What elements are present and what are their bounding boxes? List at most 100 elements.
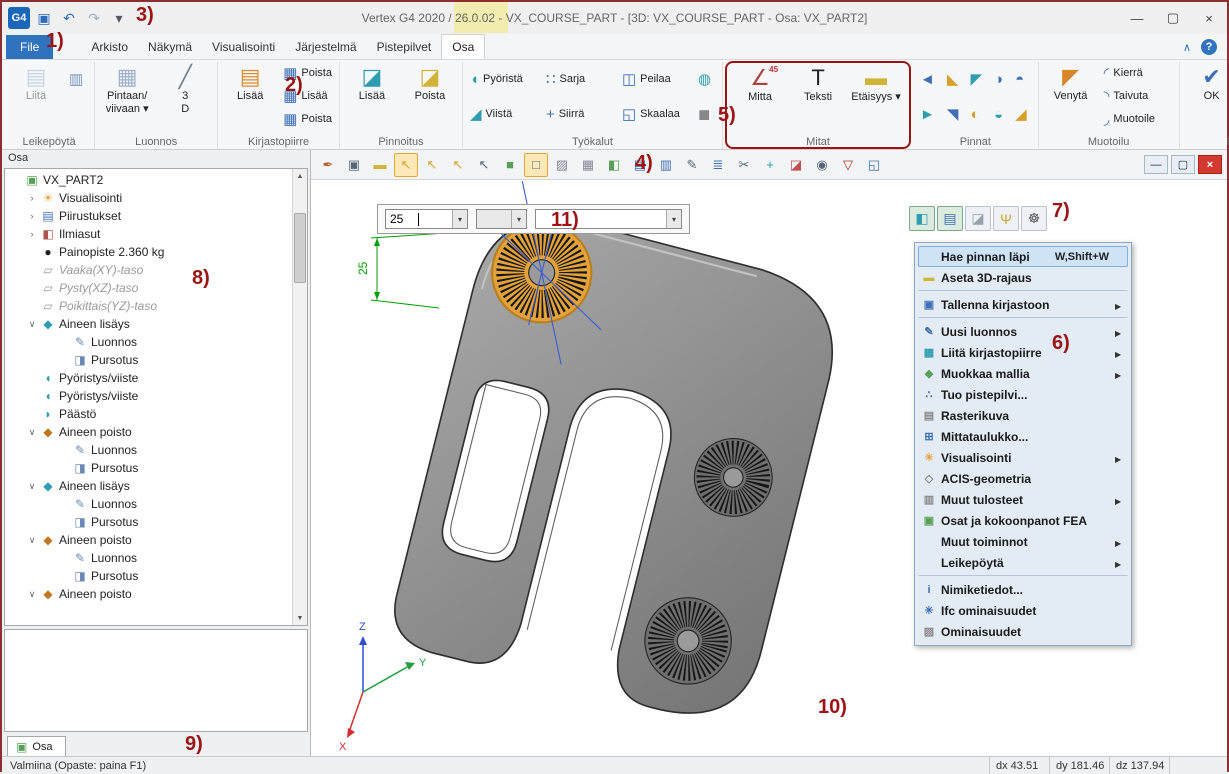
maximize-button[interactable]: ▢ xyxy=(1155,4,1191,32)
library-insert-button[interactable]: ▦ Lisää xyxy=(280,85,335,108)
layers-icon[interactable]: ≣ xyxy=(706,153,730,177)
dropdown-arrow-icon[interactable] xyxy=(511,210,526,228)
tree-expand-arrow[interactable]: › xyxy=(27,229,37,239)
chamfer-button[interactable]: ◢ Viistä xyxy=(467,97,541,132)
dimension-combo-3[interactable] xyxy=(535,209,682,229)
tree-item[interactable]: ✎ Luonnos xyxy=(5,441,292,459)
face-taper-button[interactable]: ◑ xyxy=(991,62,1010,97)
cursor-pick-plus-icon[interactable]: ↖ xyxy=(420,153,444,177)
dropdown-arrow-icon[interactable] xyxy=(452,210,467,228)
menu-item[interactable]: Muut toiminnot xyxy=(918,531,1128,552)
tree-expand-arrow[interactable]: ∨ xyxy=(27,535,37,546)
dimension-combo-2[interactable] xyxy=(476,209,527,229)
document-mode-icon[interactable]: ▤ xyxy=(937,206,963,231)
tree-item[interactable]: ∨ ◆ Aineen poisto xyxy=(5,585,292,603)
scrollbar-thumb[interactable] xyxy=(294,213,306,283)
quick-dimension-icon[interactable]: ▬ xyxy=(368,153,392,177)
tree-expand-arrow[interactable]: ∨ xyxy=(27,319,37,330)
cursor-pick-icon[interactable]: ↖ xyxy=(394,153,418,177)
tab-file[interactable]: File xyxy=(6,35,53,59)
paste-button[interactable]: ▤ Liitä xyxy=(8,62,64,132)
tree-expand-arrow[interactable]: ∨ xyxy=(27,427,37,438)
move-axes-icon[interactable]: + xyxy=(758,153,782,177)
text-button[interactable]: T Teksti xyxy=(790,63,846,133)
tree-item[interactable]: ◨ Pursotus xyxy=(5,513,292,531)
menu-item[interactable]: ▥ Muut tulosteet xyxy=(918,489,1128,510)
redo-icon[interactable]: ↷ xyxy=(83,8,105,28)
tree-item[interactable]: ● Painopiste 2.360 kg xyxy=(5,243,292,261)
stretch-button[interactable]: ◤ Venytä xyxy=(1043,62,1099,131)
mdi-restore-button[interactable]: ▢ xyxy=(1171,155,1195,174)
face-delete-button[interactable]: ◥ xyxy=(944,97,966,132)
menu-item[interactable]: i Nimiketiedot... xyxy=(918,579,1128,600)
tree-item[interactable]: ∨ ◆ Aineen poisto xyxy=(5,531,292,549)
face-merge-button[interactable]: ◢ xyxy=(1012,97,1034,132)
menu-item[interactable]: ✳ Ifc ominaisuudet xyxy=(918,600,1128,621)
menu-item[interactable]: Leikepöytä xyxy=(918,552,1128,576)
dimension-value-input[interactable] xyxy=(386,210,452,228)
tree-item[interactable]: ▱ Vaaka(XY)-taso xyxy=(5,261,292,279)
pattern-button[interactable]: ∷ Sarja xyxy=(543,62,617,97)
boss-tool-button[interactable]: ◍ xyxy=(695,62,718,97)
sketch-3d-button[interactable]: ╱ 3 D xyxy=(157,62,213,132)
face-copy-button[interactable]: ◤ xyxy=(967,62,989,97)
tree-item[interactable]: ◖ Pyöristys/viiste xyxy=(5,387,292,405)
tree-item[interactable]: › ◧ Ilmiasut xyxy=(5,225,292,243)
menu-item[interactable]: ▤ Rasterikuva xyxy=(918,405,1128,426)
menu-item[interactable]: ◆ Muokkaa mallia xyxy=(918,363,1128,384)
customize-toolbar-icon[interactable]: ▾ xyxy=(108,8,130,28)
deform-button[interactable]: ◞ Muotoile xyxy=(1101,108,1175,131)
settings-gear-icon[interactable]: ☸ xyxy=(1021,206,1047,231)
menu-item[interactable]: ▣ Osat ja kokoonpanot FEA xyxy=(918,510,1128,531)
menu-item[interactable]: ▨ Ominaisuudet xyxy=(918,621,1128,642)
menu-item[interactable]: ∴ Tuo pistepilvi... xyxy=(918,384,1128,405)
drawing-sheet-icon[interactable]: ▤ xyxy=(628,153,652,177)
ok-button[interactable]: ✔ OK xyxy=(1184,62,1229,132)
filter-icon[interactable]: ▽ xyxy=(836,153,860,177)
twist-button[interactable]: ◜ Kierrä xyxy=(1101,62,1175,85)
face-move-button[interactable]: ◄ xyxy=(917,62,942,97)
tree-item[interactable]: ▣ VX_PART2 xyxy=(5,171,292,189)
menu-item[interactable]: ▦ Liitä kirjastopiirre xyxy=(918,342,1128,363)
3d-model[interactable] xyxy=(377,180,858,730)
tree-item[interactable]: ∨ ◆ Aineen poisto xyxy=(5,423,292,441)
dropdown-arrow-icon[interactable] xyxy=(666,210,681,228)
face-replace-button[interactable]: ◣ xyxy=(944,62,966,97)
tree-item[interactable]: ◖ Pyöristys/viiste xyxy=(5,369,292,387)
undo-icon[interactable]: ↶ xyxy=(58,8,80,28)
menu-item[interactable]: ▬ Aseta 3D-rajaus xyxy=(918,267,1128,291)
annotate-pen-icon[interactable]: ✎ xyxy=(680,153,704,177)
copy-button[interactable]: ▥ xyxy=(66,62,90,97)
tree-scrollbar[interactable]: ▲ ▼ xyxy=(292,169,307,625)
face-offset-button[interactable]: ► xyxy=(917,97,942,132)
scale-button[interactable]: ◱ Skaalaa xyxy=(619,97,693,132)
menu-item[interactable]: ☀ Visualisointi xyxy=(918,447,1128,468)
app-logo[interactable]: G4 xyxy=(8,7,30,29)
scroll-down-icon[interactable]: ▼ xyxy=(293,611,307,625)
cursor-pick-element-icon[interactable]: ↖ xyxy=(472,153,496,177)
ribbon-tab[interactable]: Arkisto xyxy=(81,35,138,59)
collapse-ribbon-icon[interactable]: ∧ xyxy=(1183,41,1191,54)
menu-item[interactable]: ⊞ Mittataulukko... xyxy=(918,426,1128,447)
sketch-on-face-button[interactable]: ▦ Pintaan/ viivaan ▾ xyxy=(99,62,155,132)
tree-item[interactable]: › ☀ Visualisointi xyxy=(5,189,292,207)
mdi-close-button[interactable]: × xyxy=(1198,155,1222,174)
distance-button[interactable]: ▬ Etäisyys ▾ xyxy=(848,63,904,133)
tree-item[interactable]: ✎ Luonnos xyxy=(5,333,292,351)
face-split-button[interactable]: ◓ xyxy=(1012,62,1034,97)
tree-expand-arrow[interactable]: › xyxy=(27,193,37,203)
library-delete-button[interactable]: ▦ Poista xyxy=(280,108,335,131)
menu-item[interactable]: ▣ Tallenna kirjastoon xyxy=(918,294,1128,318)
library-add-button[interactable]: ▤ Lisää xyxy=(222,62,278,131)
scroll-up-icon[interactable]: ▲ xyxy=(293,169,307,183)
menu-item[interactable]: ✎ Uusi luonnos xyxy=(918,321,1128,342)
tree-item[interactable]: › ▤ Piirustukset xyxy=(5,207,292,225)
tree-expand-arrow[interactable]: ∨ xyxy=(27,481,37,492)
block-tool-button[interactable]: ◼ xyxy=(695,97,718,132)
ribbon-tab[interactable]: Osa xyxy=(441,34,485,59)
drawing-stack-icon[interactable]: ▥ xyxy=(654,153,678,177)
library-remove-button[interactable]: ▦ Poista xyxy=(280,62,335,85)
coating-add-button[interactable]: ◪ Lisää xyxy=(344,62,400,132)
ribbon-tab[interactable]: Järjestelmä xyxy=(285,35,366,59)
help-icon[interactable]: ? xyxy=(1201,39,1217,55)
